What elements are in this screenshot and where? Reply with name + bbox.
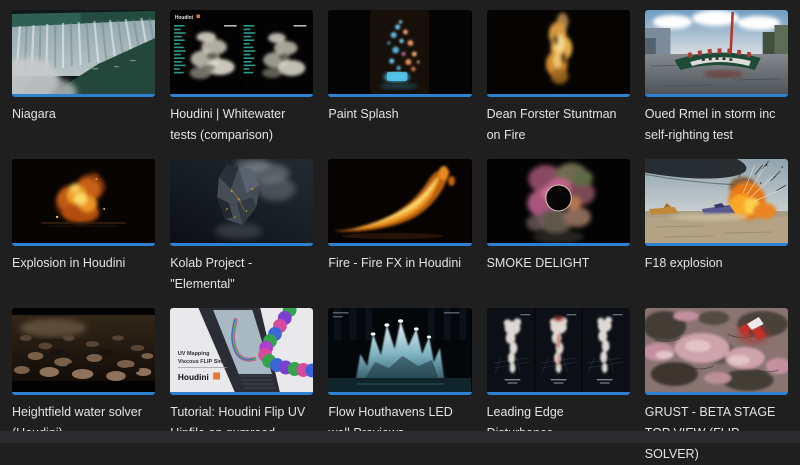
colored-smoke-art xyxy=(486,159,630,243)
video-progress-underline xyxy=(486,94,630,97)
explosion-art xyxy=(12,159,156,243)
video-thumbnail-heightfield[interactable] xyxy=(12,308,156,395)
video-thumbnail-fire-fx[interactable] xyxy=(328,159,472,246)
video-title[interactable]: SMOKE DELIGHT xyxy=(487,253,630,274)
video-thumbnail-kolab[interactable] xyxy=(170,159,314,246)
video-progress-underline xyxy=(328,94,472,97)
video-thumbnail-flow-led[interactable] xyxy=(328,308,472,395)
video-title[interactable]: Explosion in Houdini xyxy=(12,253,155,274)
video-card-whitewater: Houdini Houdini | Whitewater tests (comp… xyxy=(170,10,314,146)
video-progress-underline xyxy=(12,243,156,246)
video-thumbnail-paint-splash[interactable] xyxy=(328,10,472,97)
rocky-terrain-art xyxy=(12,308,156,392)
rock-smoke-art xyxy=(170,159,314,243)
video-thumbnail-stuntman[interactable] xyxy=(486,10,630,97)
video-card-oued-rmel: Oued Rmel in storm inc self-righting tes… xyxy=(644,10,788,146)
video-progress-underline xyxy=(644,392,788,395)
fire-fx-art xyxy=(328,159,472,243)
video-title[interactable]: Paint Splash xyxy=(328,104,471,125)
tutorial-title-line2: Viscous FLIP Sims xyxy=(178,359,227,365)
uv-flip-tutorial-art: UV Mapping Viscous FLIP Sims Houdini xyxy=(170,308,314,392)
video-progress-underline xyxy=(486,243,630,246)
video-progress-underline xyxy=(328,243,472,246)
houdini-logo-text: Houdini xyxy=(178,372,209,382)
water-crown-splash-art xyxy=(328,308,472,392)
video-card-explosion: Explosion in Houdini xyxy=(12,159,156,295)
video-card-smoke-delight: SMOKE DELIGHT xyxy=(486,159,630,295)
video-thumbnail-f18[interactable] xyxy=(644,159,788,246)
pink-fluid-top-view-art xyxy=(644,308,788,392)
smoke-columns-art xyxy=(486,308,630,392)
video-thumbnail-smoke-delight[interactable] xyxy=(486,159,630,246)
video-progress-underline xyxy=(170,392,314,395)
video-progress-underline xyxy=(170,243,314,246)
video-thumbnail-explosion[interactable] xyxy=(12,159,156,246)
video-title[interactable]: Houdini | Whitewater tests (comparison) xyxy=(170,104,313,146)
video-title[interactable]: F18 explosion xyxy=(645,253,788,274)
stuntman-fire-art xyxy=(486,10,630,94)
video-thumbnail-grust[interactable] xyxy=(644,308,788,395)
video-title[interactable]: Oued Rmel in storm inc self-righting tes… xyxy=(645,104,788,146)
video-progress-underline xyxy=(12,392,156,395)
video-title[interactable]: Niagara xyxy=(12,104,155,125)
f18-explosion-art xyxy=(644,159,788,243)
video-card-fire-fx: Fire - Fire FX in Houdini xyxy=(328,159,472,295)
whitewater-comparison-art: Houdini xyxy=(170,10,314,94)
video-grid: Niagara Houdini Houdini | Whitewater tes… xyxy=(12,10,788,465)
video-title[interactable]: Dean Forster Stuntman on Fire xyxy=(487,104,630,146)
video-grid-page: Niagara Houdini Houdini | Whitewater tes… xyxy=(0,0,800,461)
video-thumbnail-oued-rmel[interactable] xyxy=(644,10,788,97)
video-card-f18: F18 explosion xyxy=(644,159,788,295)
tutorial-title-line1: UV Mapping xyxy=(178,351,210,357)
video-thumbnail-whitewater[interactable]: Houdini xyxy=(170,10,314,97)
video-thumbnail-tutorial[interactable]: UV Mapping Viscous FLIP Sims Houdini xyxy=(170,308,314,395)
niagara-waterfall-art xyxy=(12,10,156,94)
video-progress-underline xyxy=(486,392,630,395)
video-progress-underline xyxy=(644,243,788,246)
video-card-kolab: Kolab Project - "Elemental" xyxy=(170,159,314,295)
paint-splash-art xyxy=(328,10,472,94)
footer-strip xyxy=(0,431,800,443)
video-progress-underline xyxy=(644,94,788,97)
video-card-paint-splash: Paint Splash xyxy=(328,10,472,146)
video-thumbnail-leading-edge[interactable] xyxy=(486,308,630,395)
capsized-boat-art xyxy=(644,10,788,94)
video-progress-underline xyxy=(12,94,156,97)
video-title[interactable]: Fire - Fire FX in Houdini xyxy=(328,253,471,274)
video-progress-underline xyxy=(170,94,314,97)
video-progress-underline xyxy=(328,392,472,395)
houdini-logo-text: Houdini xyxy=(175,15,194,21)
video-card-niagara: Niagara xyxy=(12,10,156,146)
video-thumbnail-niagara[interactable] xyxy=(12,10,156,97)
video-title[interactable]: Kolab Project - "Elemental" xyxy=(170,253,313,295)
video-card-stuntman: Dean Forster Stuntman on Fire xyxy=(486,10,630,146)
